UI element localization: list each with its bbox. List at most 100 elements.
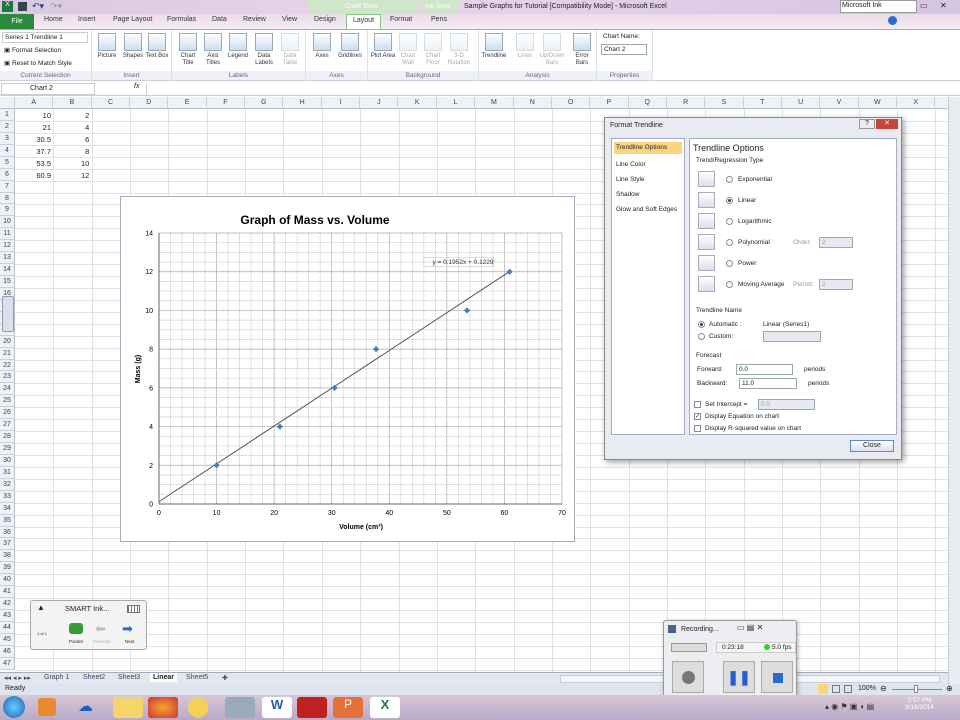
column-header-q[interactable]: Q — [629, 97, 667, 109]
cell-b4[interactable]: 8 — [53, 147, 89, 156]
excel-taskbar-icon[interactable]: X — [370, 697, 400, 718]
name-box[interactable]: Chart 2 — [1, 83, 95, 95]
row-header[interactable]: 24 — [0, 383, 15, 396]
cell-b2[interactable]: 4 — [53, 123, 89, 132]
save-icon[interactable] — [18, 2, 27, 11]
nav-glow-soft-edges[interactable]: Glow and Soft Edges — [616, 206, 677, 213]
row-header[interactable]: 22 — [0, 359, 15, 372]
tab-file[interactable]: File — [0, 14, 34, 29]
row-header[interactable]: 3 — [0, 132, 15, 145]
format-selection-button[interactable]: ▣ Format Selection — [4, 46, 61, 54]
row-header[interactable]: 45 — [0, 633, 15, 646]
column-header-k[interactable]: K — [399, 97, 437, 109]
row-header[interactable]: 20 — [0, 335, 15, 348]
column-header-g[interactable]: G — [245, 97, 284, 109]
chart-floor-button[interactable]: Chart Floor — [420, 33, 446, 67]
nav-trendline-options[interactable]: Trendline Options — [614, 142, 682, 154]
radio-polynomial[interactable] — [726, 239, 733, 246]
redo-icon[interactable]: ↷▾ — [50, 1, 62, 12]
legend-button[interactable]: Legend — [225, 33, 251, 60]
row-header[interactable]: 28 — [0, 431, 15, 444]
row-header[interactable]: 29 — [0, 443, 15, 455]
tab-format[interactable]: Format — [390, 16, 412, 23]
radio-exponential[interactable] — [726, 176, 733, 183]
data-labels-button[interactable]: Data Labels — [251, 33, 277, 67]
row-header[interactable]: 36 — [0, 526, 15, 539]
forward-input[interactable]: 0.0 — [736, 364, 793, 375]
start-button[interactable] — [3, 696, 25, 718]
row-header[interactable]: 12 — [0, 240, 15, 253]
close-button[interactable]: Close — [850, 440, 894, 452]
lines-button[interactable]: Lines — [512, 33, 538, 60]
row-header[interactable]: 43 — [0, 610, 15, 622]
column-header-e[interactable]: E — [168, 97, 207, 109]
tab-data[interactable]: Data — [212, 16, 227, 23]
row-header[interactable]: 33 — [0, 490, 15, 503]
cell-a3[interactable]: 30.5 — [15, 135, 51, 144]
column-header-h[interactable]: H — [283, 97, 322, 109]
zoom-slider-thumb[interactable] — [914, 685, 918, 693]
tab-review[interactable]: Review — [243, 16, 266, 23]
row-header[interactable]: 46 — [0, 645, 15, 658]
row-header[interactable]: 6 — [0, 168, 15, 181]
row-header[interactable]: 14 — [0, 264, 15, 276]
app-icon[interactable] — [188, 697, 208, 718]
row-header[interactable]: 27 — [0, 419, 15, 432]
cell-a5[interactable]: 53.5 — [15, 159, 51, 168]
acrobat-icon[interactable] — [297, 697, 327, 718]
row-header[interactable]: 47 — [0, 657, 15, 670]
row-header[interactable]: 10 — [0, 216, 15, 229]
row-header[interactable]: 5 — [0, 156, 15, 169]
period-spinner[interactable]: 2 — [819, 279, 853, 290]
help-icon[interactable]: ? — [859, 119, 875, 129]
pause-button[interactable]: ❚❚ — [723, 661, 755, 693]
custom-name-input[interactable] — [763, 331, 821, 342]
sheet-tab-sheet5[interactable]: Sheet5 — [186, 674, 208, 681]
insert-function-button[interactable]: fx — [134, 83, 139, 90]
column-header-i[interactable]: I — [322, 97, 361, 109]
column-header-a[interactable]: A — [15, 97, 54, 109]
column-header-t[interactable]: T — [744, 97, 782, 109]
camera-app-icon[interactable] — [225, 697, 255, 718]
stop-button[interactable] — [761, 661, 793, 693]
tab-scroll-icon[interactable]: ◂◂ ◂ ▸ ▸▸ — [4, 674, 31, 682]
axes-button[interactable]: Axes — [309, 33, 335, 60]
row-header[interactable]: 37 — [0, 538, 15, 551]
zoom-out-icon[interactable]: ⊖ — [880, 684, 887, 693]
column-header-u[interactable]: U — [782, 97, 821, 109]
row-header[interactable]: 31 — [0, 466, 15, 479]
column-header-p[interactable]: P — [590, 97, 629, 109]
tab-layout[interactable]: Layout — [346, 14, 382, 29]
plot-area-button[interactable]: Plot Area — [370, 33, 396, 60]
text-box-button[interactable]: Text Box — [144, 33, 170, 60]
cell-a4[interactable]: 37.7 — [15, 147, 51, 156]
column-header-f[interactable]: F — [207, 97, 246, 109]
column-header-c[interactable]: C — [92, 97, 131, 109]
column-header-s[interactable]: S — [705, 97, 744, 109]
tab-design[interactable]: Design — [314, 16, 336, 23]
column-header-m[interactable]: M — [475, 97, 514, 109]
word-icon[interactable]: W — [262, 697, 292, 718]
row-header[interactable]: 25 — [0, 395, 15, 408]
nav-shadow[interactable]: Shadow — [616, 191, 640, 198]
select-all-corner[interactable] — [0, 97, 15, 109]
collapse-icon[interactable]: ▲ — [37, 603, 45, 612]
trendline-button[interactable]: Trendline — [481, 33, 507, 60]
tab-home[interactable]: Home — [44, 16, 63, 23]
page-indicator[interactable]: 1 of 1 — [37, 631, 47, 636]
row-header[interactable]: 1 — [0, 109, 15, 121]
formula-input[interactable] — [146, 83, 946, 95]
row-header[interactable]: 35 — [0, 514, 15, 527]
row-header[interactable]: 2 — [0, 120, 15, 133]
order-spinner[interactable]: 2 — [819, 237, 853, 248]
chart-title-button[interactable]: Chart Title — [175, 33, 201, 67]
nav-line-style[interactable]: Line Style — [616, 176, 645, 183]
row-header[interactable]: 7 — [0, 180, 15, 193]
microsoft-ink-toolbar[interactable]: Microsoft Ink — [840, 0, 917, 13]
minimize-icon[interactable]: ▭ ▤ ✕ — [737, 623, 763, 632]
column-header-w[interactable]: W — [859, 97, 898, 109]
shapes-button[interactable]: Shapes — [120, 33, 146, 60]
record-button[interactable] — [672, 661, 704, 693]
set-intercept-checkbox[interactable] — [694, 401, 701, 408]
recorder-dropdown[interactable] — [671, 643, 707, 652]
